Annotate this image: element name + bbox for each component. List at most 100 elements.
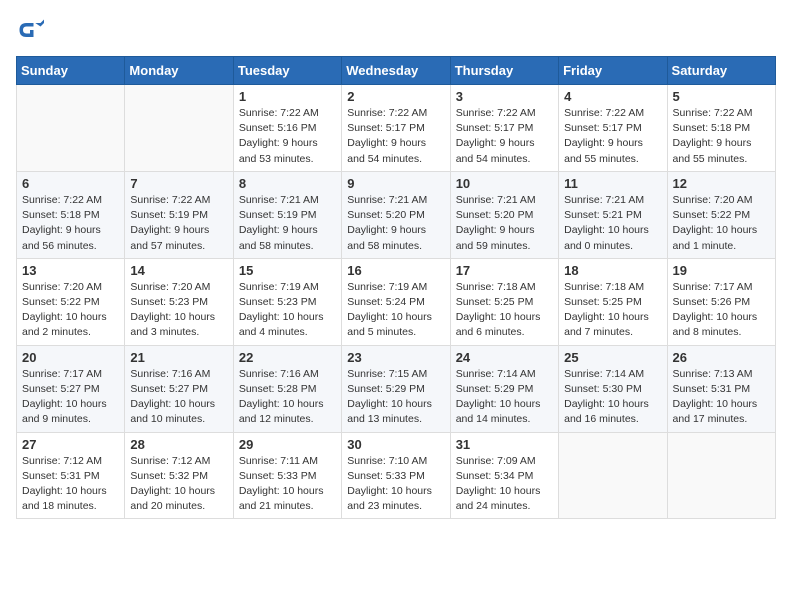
day-info: Sunrise: 7:22 AMSunset: 5:17 PMDaylight:… xyxy=(456,106,553,167)
logo-icon xyxy=(16,16,44,44)
weekday-header: Wednesday xyxy=(342,57,450,85)
calendar-week-row: 6Sunrise: 7:22 AMSunset: 5:18 PMDaylight… xyxy=(17,171,776,258)
day-info: Sunrise: 7:14 AMSunset: 5:30 PMDaylight:… xyxy=(564,367,661,428)
calendar-cell: 23 Sunrise: 7:15 AMSunset: 5:29 PMDayligh… xyxy=(342,345,450,432)
calendar-cell: 15 Sunrise: 7:19 AMSunset: 5:23 PMDayligh… xyxy=(233,258,341,345)
day-number: 28 xyxy=(130,437,227,452)
day-info: Sunrise: 7:17 AMSunset: 5:27 PMDaylight:… xyxy=(22,367,119,428)
calendar-cell: 17 Sunrise: 7:18 AMSunset: 5:25 PMDayligh… xyxy=(450,258,558,345)
weekday-header: Saturday xyxy=(667,57,775,85)
calendar-cell: 27 Sunrise: 7:12 AMSunset: 5:31 PMDayligh… xyxy=(17,432,125,519)
day-number: 1 xyxy=(239,89,336,104)
day-info: Sunrise: 7:17 AMSunset: 5:26 PMDaylight:… xyxy=(673,280,770,341)
day-info: Sunrise: 7:20 AMSunset: 5:23 PMDaylight:… xyxy=(130,280,227,341)
calendar-header-row: SundayMondayTuesdayWednesdayThursdayFrid… xyxy=(17,57,776,85)
day-number: 12 xyxy=(673,176,770,191)
day-number: 18 xyxy=(564,263,661,278)
day-number: 29 xyxy=(239,437,336,452)
weekday-header: Monday xyxy=(125,57,233,85)
day-number: 24 xyxy=(456,350,553,365)
calendar-cell: 14 Sunrise: 7:20 AMSunset: 5:23 PMDayligh… xyxy=(125,258,233,345)
page-header xyxy=(16,16,776,44)
calendar-cell xyxy=(125,85,233,172)
calendar-table: SundayMondayTuesdayWednesdayThursdayFrid… xyxy=(16,56,776,519)
calendar-cell xyxy=(559,432,667,519)
calendar-week-row: 20 Sunrise: 7:17 AMSunset: 5:27 PMDayligh… xyxy=(17,345,776,432)
day-number: 8 xyxy=(239,176,336,191)
day-number: 23 xyxy=(347,350,444,365)
day-number: 15 xyxy=(239,263,336,278)
calendar-cell: 22 Sunrise: 7:16 AMSunset: 5:28 PMDayligh… xyxy=(233,345,341,432)
day-info: Sunrise: 7:20 AMSunset: 5:22 PMDaylight:… xyxy=(673,193,770,254)
calendar-cell: 18 Sunrise: 7:18 AMSunset: 5:25 PMDayligh… xyxy=(559,258,667,345)
day-info: Sunrise: 7:18 AMSunset: 5:25 PMDaylight:… xyxy=(564,280,661,341)
day-info: Sunrise: 7:20 AMSunset: 5:22 PMDaylight:… xyxy=(22,280,119,341)
day-number: 30 xyxy=(347,437,444,452)
day-info: Sunrise: 7:19 AMSunset: 5:23 PMDaylight:… xyxy=(239,280,336,341)
day-number: 27 xyxy=(22,437,119,452)
calendar-cell: 10Sunrise: 7:21 AMSunset: 5:20 PMDayligh… xyxy=(450,171,558,258)
calendar-cell: 28 Sunrise: 7:12 AMSunset: 5:32 PMDayligh… xyxy=(125,432,233,519)
day-number: 17 xyxy=(456,263,553,278)
calendar-cell: 24 Sunrise: 7:14 AMSunset: 5:29 PMDayligh… xyxy=(450,345,558,432)
weekday-header: Sunday xyxy=(17,57,125,85)
day-info: Sunrise: 7:15 AMSunset: 5:29 PMDaylight:… xyxy=(347,367,444,428)
day-info: Sunrise: 7:21 AMSunset: 5:21 PMDaylight:… xyxy=(564,193,661,254)
calendar-week-row: 1 Sunrise: 7:22 AMSunset: 5:16 PMDaylight… xyxy=(17,85,776,172)
calendar-cell: 31Sunrise: 7:09 AMSunset: 5:34 PMDayligh… xyxy=(450,432,558,519)
day-info: Sunrise: 7:12 AMSunset: 5:31 PMDaylight:… xyxy=(22,454,119,515)
day-info: Sunrise: 7:14 AMSunset: 5:29 PMDaylight:… xyxy=(456,367,553,428)
day-number: 14 xyxy=(130,263,227,278)
day-number: 26 xyxy=(673,350,770,365)
calendar-cell xyxy=(667,432,775,519)
day-number: 3 xyxy=(456,89,553,104)
calendar-cell: 21 Sunrise: 7:16 AMSunset: 5:27 PMDayligh… xyxy=(125,345,233,432)
calendar-cell: 2Sunrise: 7:22 AMSunset: 5:17 PMDaylight… xyxy=(342,85,450,172)
calendar-cell: 9Sunrise: 7:21 AMSunset: 5:20 PMDaylight… xyxy=(342,171,450,258)
day-info: Sunrise: 7:11 AMSunset: 5:33 PMDaylight:… xyxy=(239,454,336,515)
day-number: 22 xyxy=(239,350,336,365)
calendar-cell: 7Sunrise: 7:22 AMSunset: 5:19 PMDaylight… xyxy=(125,171,233,258)
calendar-cell: 11 Sunrise: 7:21 AMSunset: 5:21 PMDayligh… xyxy=(559,171,667,258)
calendar-cell: 26 Sunrise: 7:13 AMSunset: 5:31 PMDayligh… xyxy=(667,345,775,432)
logo xyxy=(16,16,48,44)
day-number: 13 xyxy=(22,263,119,278)
day-info: Sunrise: 7:16 AMSunset: 5:27 PMDaylight:… xyxy=(130,367,227,428)
day-info: Sunrise: 7:21 AMSunset: 5:19 PMDaylight:… xyxy=(239,193,336,254)
weekday-header: Thursday xyxy=(450,57,558,85)
calendar-cell: 13 Sunrise: 7:20 AMSunset: 5:22 PMDayligh… xyxy=(17,258,125,345)
calendar-cell: 1 Sunrise: 7:22 AMSunset: 5:16 PMDaylight… xyxy=(233,85,341,172)
calendar-week-row: 27 Sunrise: 7:12 AMSunset: 5:31 PMDayligh… xyxy=(17,432,776,519)
calendar-cell: 25 Sunrise: 7:14 AMSunset: 5:30 PMDayligh… xyxy=(559,345,667,432)
day-info: Sunrise: 7:21 AMSunset: 5:20 PMDaylight:… xyxy=(456,193,553,254)
day-number: 7 xyxy=(130,176,227,191)
weekday-header: Friday xyxy=(559,57,667,85)
calendar-week-row: 13 Sunrise: 7:20 AMSunset: 5:22 PMDayligh… xyxy=(17,258,776,345)
day-number: 16 xyxy=(347,263,444,278)
calendar-cell: 6Sunrise: 7:22 AMSunset: 5:18 PMDaylight… xyxy=(17,171,125,258)
day-info: Sunrise: 7:10 AMSunset: 5:33 PMDaylight:… xyxy=(347,454,444,515)
calendar-cell: 5 Sunrise: 7:22 AMSunset: 5:18 PMDaylight… xyxy=(667,85,775,172)
day-info: Sunrise: 7:22 AMSunset: 5:18 PMDaylight:… xyxy=(22,193,119,254)
calendar-cell: 29 Sunrise: 7:11 AMSunset: 5:33 PMDayligh… xyxy=(233,432,341,519)
calendar-cell: 20 Sunrise: 7:17 AMSunset: 5:27 PMDayligh… xyxy=(17,345,125,432)
day-info: Sunrise: 7:12 AMSunset: 5:32 PMDaylight:… xyxy=(130,454,227,515)
day-number: 21 xyxy=(130,350,227,365)
day-number: 20 xyxy=(22,350,119,365)
day-info: Sunrise: 7:16 AMSunset: 5:28 PMDaylight:… xyxy=(239,367,336,428)
day-info: Sunrise: 7:22 AMSunset: 5:16 PMDaylight:… xyxy=(239,106,336,167)
calendar-cell: 3 Sunrise: 7:22 AMSunset: 5:17 PMDaylight… xyxy=(450,85,558,172)
day-info: Sunrise: 7:22 AMSunset: 5:17 PMDaylight:… xyxy=(564,106,661,167)
day-number: 11 xyxy=(564,176,661,191)
day-info: Sunrise: 7:18 AMSunset: 5:25 PMDaylight:… xyxy=(456,280,553,341)
calendar-cell: 8 Sunrise: 7:21 AMSunset: 5:19 PMDaylight… xyxy=(233,171,341,258)
day-number: 31 xyxy=(456,437,553,452)
day-info: Sunrise: 7:21 AMSunset: 5:20 PMDaylight:… xyxy=(347,193,444,254)
day-info: Sunrise: 7:22 AMSunset: 5:18 PMDaylight:… xyxy=(673,106,770,167)
day-info: Sunrise: 7:13 AMSunset: 5:31 PMDaylight:… xyxy=(673,367,770,428)
day-number: 4 xyxy=(564,89,661,104)
calendar-cell xyxy=(17,85,125,172)
day-number: 5 xyxy=(673,89,770,104)
day-number: 25 xyxy=(564,350,661,365)
calendar-cell: 30 Sunrise: 7:10 AMSunset: 5:33 PMDayligh… xyxy=(342,432,450,519)
